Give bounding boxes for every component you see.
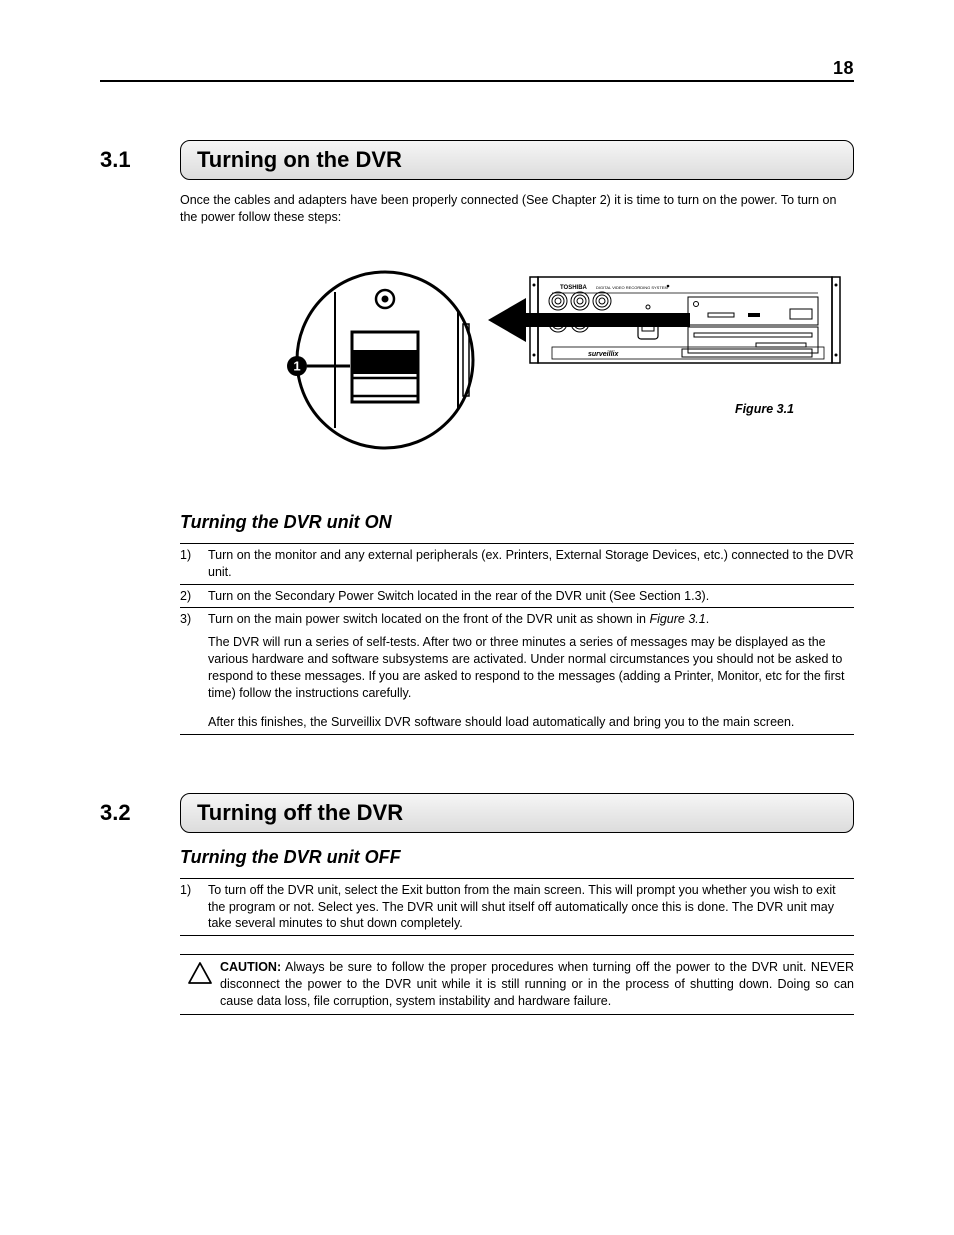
subheading-off: Turning the DVR unit OFF [180, 847, 854, 868]
step-row: 1) To turn off the DVR unit, select the … [180, 879, 854, 937]
steps-off: 1) To turn off the DVR unit, select the … [180, 878, 854, 937]
svg-text:surveillix: surveillix [588, 351, 619, 358]
caution-label: CAUTION: [220, 960, 281, 974]
section-title: Turning off the DVR [180, 793, 854, 833]
figure-3-1: TOSHIBA DIGITAL VIDEO RECORDING SYSTEM [180, 262, 854, 472]
figure-caption: Figure 3.1 [735, 402, 794, 416]
section-number: 3.2 [100, 800, 180, 826]
step3-para3: After this finishes, the Surveillix DVR … [208, 714, 854, 731]
steps-on: 1) Turn on the monitor and any external … [180, 543, 854, 735]
step3-line1a: Turn on the main power switch located on… [208, 612, 649, 626]
step-text: Turn on the main power switch located on… [208, 611, 854, 730]
section-3-1: 3.1 Turning on the DVR Once the cables a… [100, 140, 854, 735]
svg-text:TOSHIBA: TOSHIBA [560, 285, 588, 291]
svg-text:1: 1 [293, 358, 300, 373]
caution-box: CAUTION: Always be sure to follow the pr… [180, 954, 854, 1015]
section-intro: Once the cables and adapters have been p… [180, 192, 854, 226]
step-text: Turn on the monitor and any external per… [208, 547, 854, 581]
step-text: To turn off the DVR unit, select the Exi… [208, 882, 854, 933]
step-number: 1) [180, 547, 208, 581]
caution-icon [180, 959, 220, 1010]
section-heading-row: 3.2 Turning off the DVR [100, 793, 854, 833]
section-title: Turning on the DVR [180, 140, 854, 180]
svg-text:DIGITAL VIDEO RECORDING SYSTEM: DIGITAL VIDEO RECORDING SYSTEM [596, 285, 668, 290]
step-text: Turn on the Secondary Power Switch locat… [208, 588, 854, 605]
step-row: 1) Turn on the monitor and any external … [180, 544, 854, 585]
step-row: 3) Turn on the main power switch located… [180, 608, 854, 734]
step3-para2: The DVR will run a series of self-tests.… [208, 634, 854, 702]
subheading-on: Turning the DVR unit ON [180, 512, 854, 533]
step-row: 2) Turn on the Secondary Power Switch lo… [180, 585, 854, 609]
page-header-rule: 18 [100, 60, 854, 82]
step3-figref: Figure 3.1 [649, 612, 705, 626]
figure-3-1-svg: TOSHIBA DIGITAL VIDEO RECORDING SYSTEM [180, 262, 850, 462]
step3-line1b: . [706, 612, 709, 626]
section-number: 3.1 [100, 147, 180, 173]
section-heading-row: 3.1 Turning on the DVR [100, 140, 854, 180]
step-number: 2) [180, 588, 208, 605]
section-3-2: 3.2 Turning off the DVR Turning the DVR … [100, 793, 854, 1015]
caution-text: CAUTION: Always be sure to follow the pr… [220, 959, 854, 1010]
page-number: 18 [833, 58, 854, 79]
step-number: 3) [180, 611, 208, 730]
step-number: 1) [180, 882, 208, 933]
caution-body: Always be sure to follow the proper proc… [220, 960, 854, 1008]
